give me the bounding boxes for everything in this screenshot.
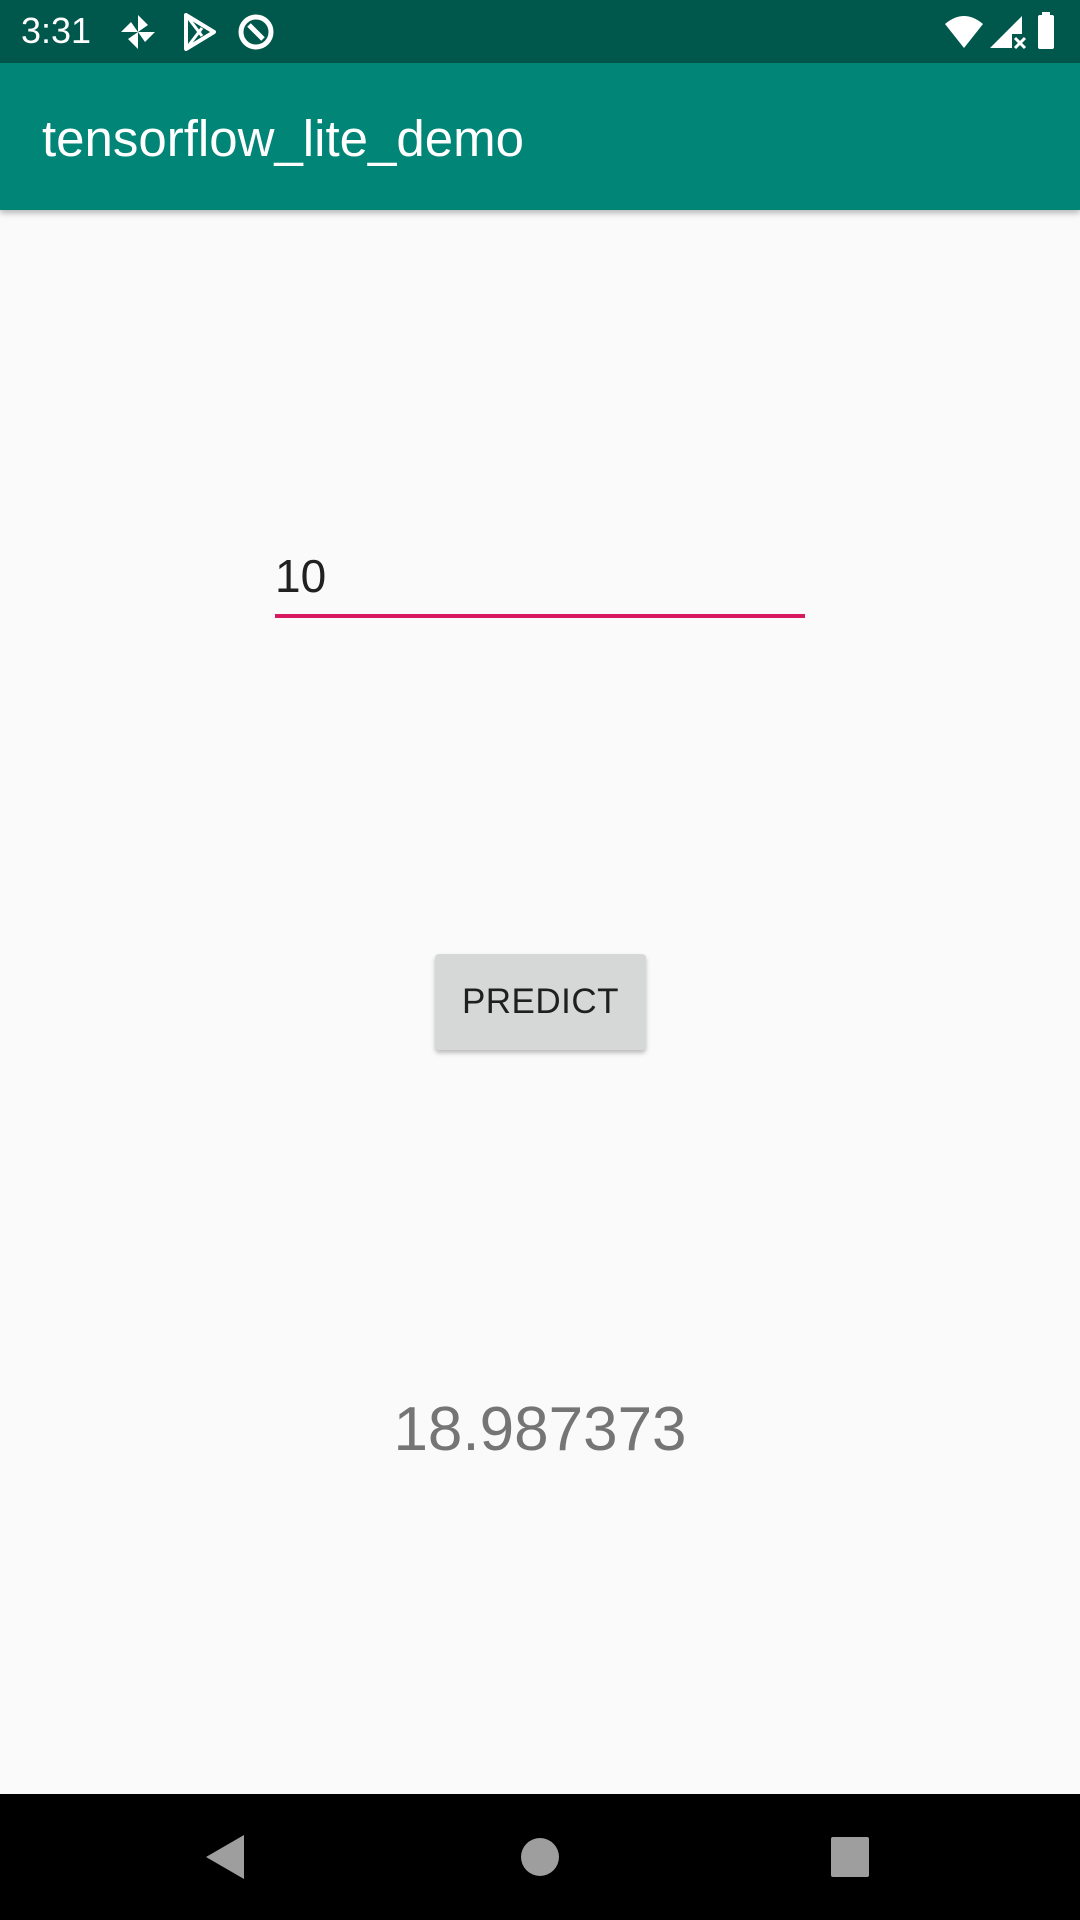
- app-title: tensorflow_lite_demo: [42, 110, 524, 167]
- status-bar: 3:31: [0, 0, 1080, 63]
- recents-icon[interactable]: [822, 1829, 878, 1885]
- home-icon[interactable]: [512, 1829, 568, 1885]
- app-bar: tensorflow_lite_demo: [0, 63, 1080, 210]
- wifi-icon: [944, 12, 984, 52]
- status-time: 3:31: [21, 10, 92, 51]
- pinwheel-icon: [118, 12, 158, 52]
- prediction-result: 18.987373: [393, 1395, 687, 1464]
- battery-icon: [1036, 12, 1076, 52]
- navigation-bar: [0, 1794, 1080, 1920]
- number-input[interactable]: [275, 538, 805, 618]
- signal-no-data-icon: [988, 12, 1028, 52]
- data-saver-icon: [236, 12, 276, 52]
- back-icon[interactable]: [198, 1829, 254, 1885]
- predict-button[interactable]: PREDICT: [435, 954, 646, 1050]
- play-store-icon: [180, 12, 220, 52]
